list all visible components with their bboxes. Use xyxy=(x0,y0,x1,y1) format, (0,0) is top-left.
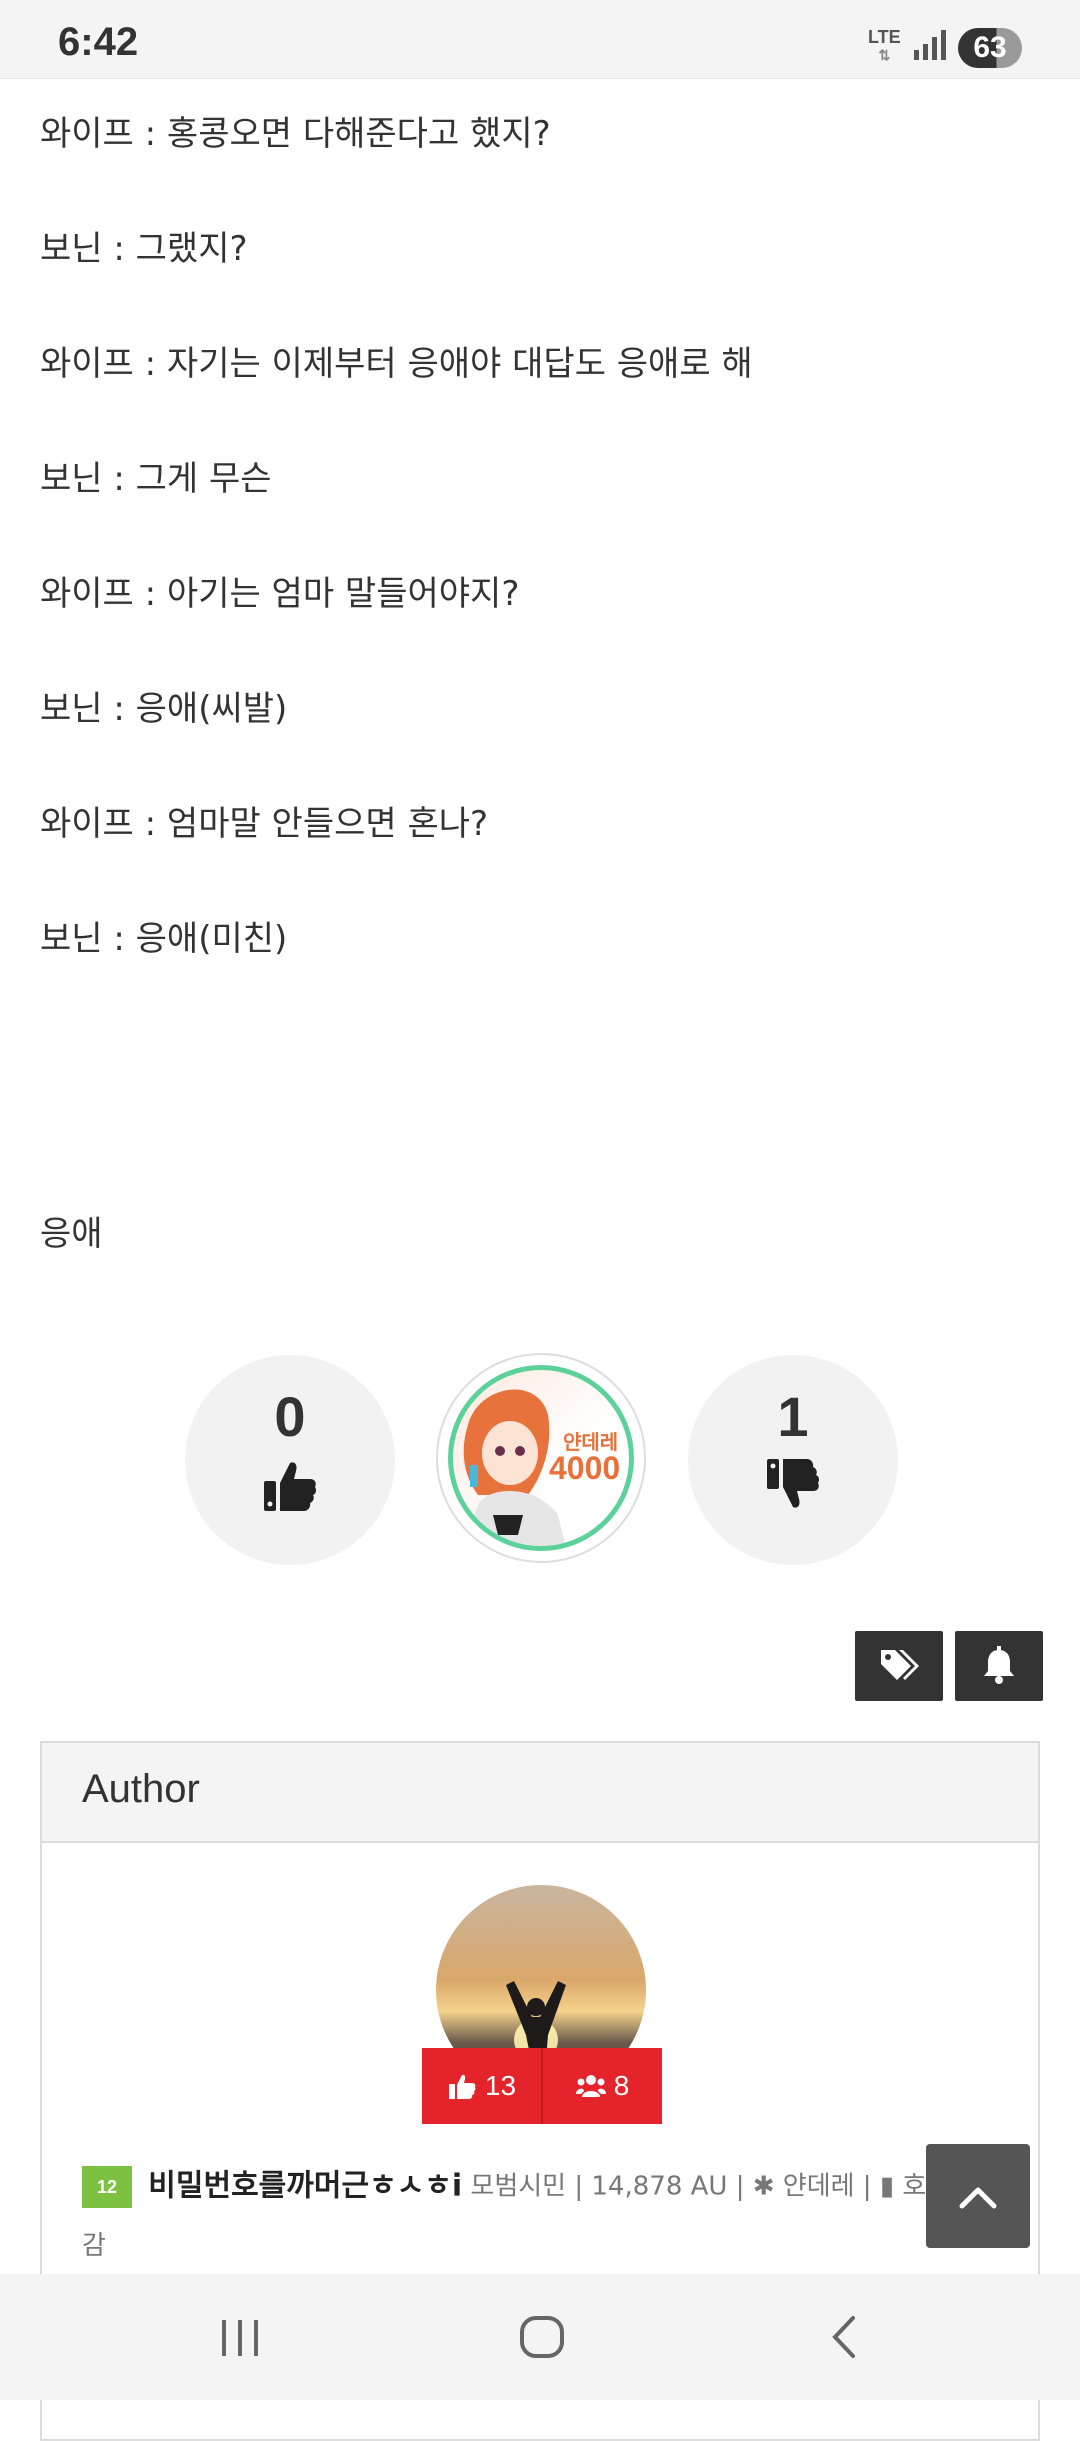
upvote-button[interactable]: 0 xyxy=(185,1355,395,1565)
dialogue-line: 보닌 : 그랬지? xyxy=(40,229,248,269)
chevron-up-icon xyxy=(959,2187,997,2209)
author-stats: 13 8 xyxy=(422,2048,662,2124)
thumbs-up-icon xyxy=(264,1462,317,1511)
badge-number: 4000 xyxy=(549,1450,621,1486)
thumbs-down-icon xyxy=(767,1459,820,1508)
back-to-top-button[interactable] xyxy=(926,2144,1030,2248)
system-nav-bar xyxy=(0,2274,1080,2400)
author-info: 12 비밀번호를까머근ㅎㅅㅎi 모범시민 | 14,878 AU | ✱ 얀데레… xyxy=(82,2163,982,2210)
dialogue-line: 보닌 : 응애(미친) xyxy=(40,919,288,959)
dialogue-line: 와이프 : 홍콩오면 다해준다고 했지? xyxy=(40,114,551,154)
recent-apps-icon[interactable] xyxy=(210,2312,270,2362)
downvote-button[interactable]: 1 xyxy=(688,1355,898,1565)
notification-button[interactable] xyxy=(955,1631,1043,1701)
data-arrows-icon: ⇅ xyxy=(878,47,891,63)
status-time: 6:42 xyxy=(58,20,139,64)
level-badge: 12 xyxy=(82,2165,132,2208)
likes-stat[interactable]: 13 xyxy=(422,2048,541,2124)
author-nickname[interactable]: 비밀번호를까머근ㅎㅅㅎi xyxy=(148,2169,462,2204)
author-header: Author xyxy=(42,1743,1038,1843)
dialogue-line: 보닌 : 응애(씨발) xyxy=(40,689,288,729)
emoticon-badge: 얀데레 4000 xyxy=(436,1353,646,1563)
author-meta-continued: 감 xyxy=(82,2231,106,2261)
downvote-count: 1 xyxy=(777,1385,809,1448)
tags-icon xyxy=(881,1650,919,1680)
dialogue-line: 와이프 : 자기는 이제부터 응애야 대답도 응애로 해 xyxy=(40,344,753,384)
followers-stat[interactable]: 8 xyxy=(541,2048,662,2124)
dialogue-line: 보닌 : 그게 무슨 xyxy=(40,459,272,499)
post-ending-text: 응애 xyxy=(40,1214,103,1254)
followers-count: 8 xyxy=(613,2070,630,2101)
author-meta: 모범시민 | 14,878 AU | ✱ 얀데레 | ▮ 호 xyxy=(470,2171,927,2202)
author-title: Author xyxy=(82,1767,200,1811)
post-body: 와이프 : 홍콩오면 다해준다고 했지? 보닌 : 그랬지? 와이프 : 자기는… xyxy=(40,108,1040,1028)
home-icon[interactable] xyxy=(512,2312,572,2362)
dialogue-line: 와이프 : 엄마말 안들으면 혼나? xyxy=(40,804,489,844)
signal-icon xyxy=(914,30,946,60)
dialogue-line: 와이프 : 아기는 엄마 말들어야지? xyxy=(40,574,520,614)
upvote-count: 0 xyxy=(274,1385,306,1448)
battery-indicator: 63 xyxy=(958,28,1022,68)
network-indicator: LTE ⇅ xyxy=(868,27,901,63)
bell-icon xyxy=(984,1646,1014,1684)
thumbs-up-icon xyxy=(448,2074,476,2099)
users-icon xyxy=(575,2075,606,2097)
status-bar: 6:42 LTE ⇅ 63 xyxy=(0,0,1080,79)
tag-button[interactable] xyxy=(855,1631,943,1701)
badge-illustration: 얀데레 4000 xyxy=(448,1365,634,1551)
back-icon[interactable] xyxy=(815,2312,875,2362)
likes-count: 13 xyxy=(484,2070,517,2101)
